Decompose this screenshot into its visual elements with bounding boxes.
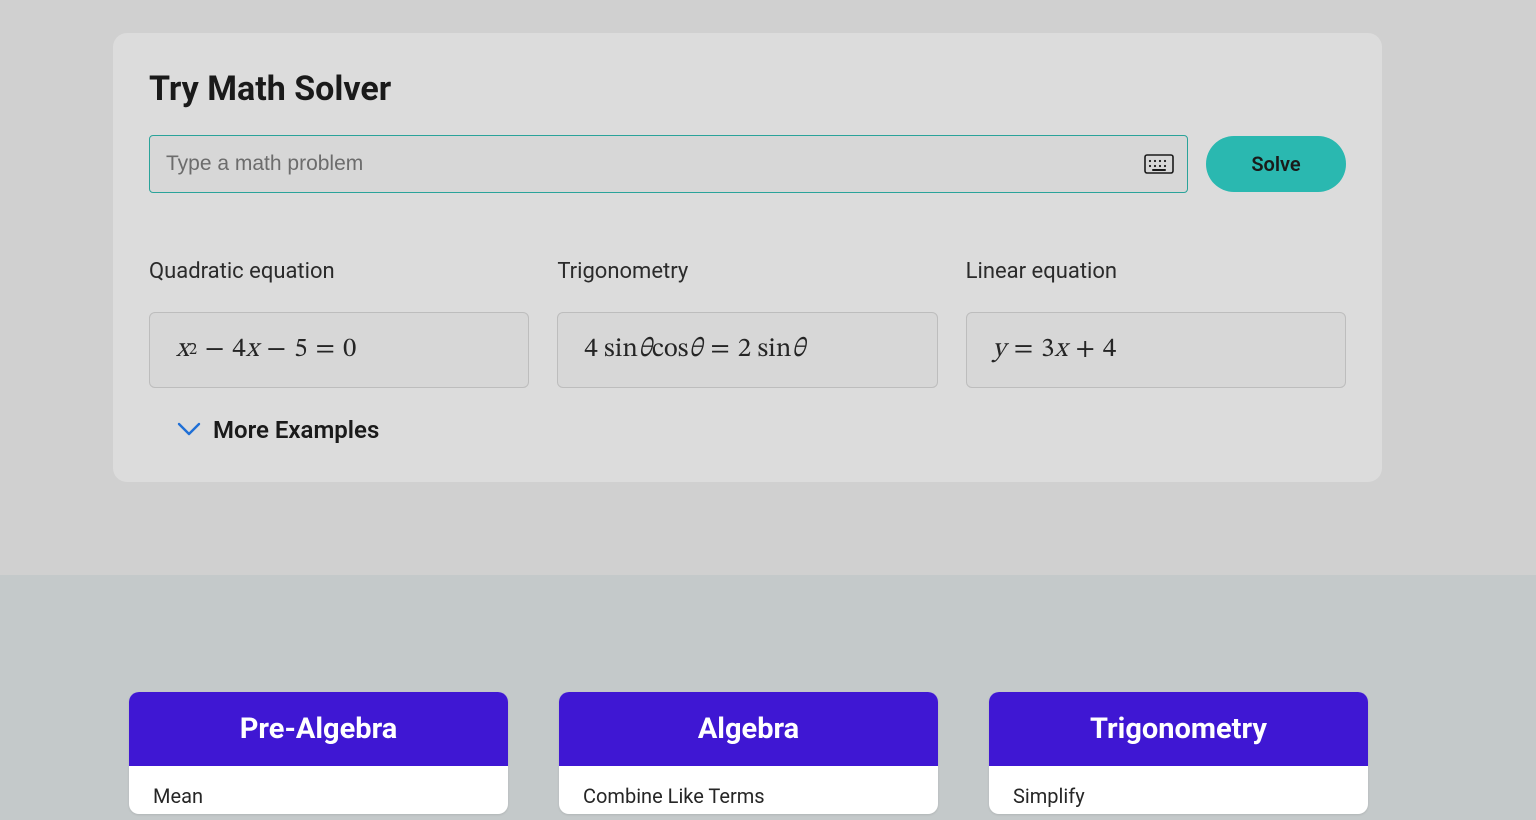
- topic-link[interactable]: Mean: [129, 766, 508, 814]
- topics-section: Pre-Algebra Mean Algebra Combine Like Te…: [0, 575, 1536, 820]
- example-expression[interactable]: x2−4x−5=0: [149, 312, 529, 388]
- topic-title: Pre-Algebra: [129, 692, 508, 766]
- more-examples-toggle[interactable]: More Examples: [177, 416, 379, 444]
- example-expression[interactable]: y=3x+4: [966, 312, 1346, 388]
- topic-title: Algebra: [559, 692, 938, 766]
- more-examples-label: More Examples: [213, 416, 379, 444]
- topic-title: Trigonometry: [989, 692, 1368, 766]
- topic-card-algebra: Algebra Combine Like Terms: [559, 692, 938, 814]
- examples-row: Quadratic equation x2−4x−5=0 Trigonometr…: [149, 259, 1346, 388]
- topic-link[interactable]: Simplify: [989, 766, 1368, 814]
- example-label: Linear equation: [966, 259, 1346, 284]
- example-label: Trigonometry: [557, 259, 937, 284]
- math-problem-input[interactable]: [149, 135, 1188, 193]
- example-label: Quadratic equation: [149, 259, 529, 284]
- math-input-wrap: [149, 135, 1188, 193]
- solver-title: Try Math Solver: [149, 69, 1346, 109]
- topic-link[interactable]: Combine Like Terms: [559, 766, 938, 814]
- math-solver-card: Try Math Solver Solve: [113, 33, 1382, 482]
- solve-button[interactable]: Solve: [1206, 136, 1346, 192]
- topic-card-pre-algebra: Pre-Algebra Mean: [129, 692, 508, 814]
- chevron-down-icon: [177, 416, 201, 444]
- topic-card-trigonometry: Trigonometry Simplify: [989, 692, 1368, 814]
- example-card-trigonometry: Trigonometry 4 sin θ cos θ=2 sin θ: [557, 259, 937, 388]
- solver-input-row: Solve: [149, 135, 1346, 193]
- example-expression[interactable]: 4 sin θ cos θ=2 sin θ: [557, 312, 937, 388]
- example-card-linear: Linear equation y=3x+4: [966, 259, 1346, 388]
- topic-cards-row: Pre-Algebra Mean Algebra Combine Like Te…: [129, 692, 1368, 814]
- example-card-quadratic: Quadratic equation x2−4x−5=0: [149, 259, 529, 388]
- keyboard-icon[interactable]: [1144, 153, 1174, 175]
